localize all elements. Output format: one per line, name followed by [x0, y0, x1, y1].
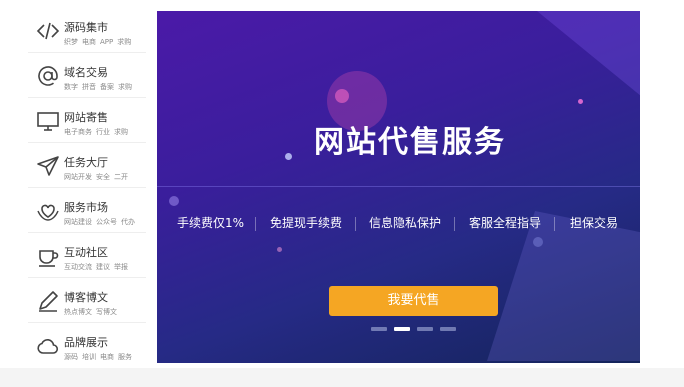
tag-link[interactable]: 织梦 [64, 38, 78, 46]
feature-item: 担保交易 [570, 216, 619, 230]
sidebar-item-community[interactable]: 互动社区 互动交流 建议 举报 [28, 234, 146, 278]
at-sign-icon [38, 66, 58, 86]
feature-divider [454, 217, 455, 231]
decorative-shape [537, 11, 640, 101]
tag-link[interactable]: 电商 [100, 353, 114, 361]
tag-link[interactable]: 行业 [96, 128, 110, 136]
sidebar-item-title: 服务市场 [64, 201, 108, 214]
tag-link[interactable]: 求购 [117, 38, 131, 46]
tag-link[interactable]: 举报 [114, 263, 128, 271]
tag-link[interactable]: 备案 [100, 83, 114, 91]
cup-icon [39, 250, 59, 267]
feature-item: 信息隐私保护 [369, 216, 442, 230]
cloud-icon [37, 339, 59, 354]
tag-link[interactable]: 服务 [118, 353, 132, 361]
sidebar-item-source-code[interactable]: 源码集市 织梦 电商 APP 求购 [28, 9, 146, 53]
sidebar-item-title: 域名交易 [64, 66, 108, 79]
feature-divider [355, 217, 356, 231]
tag-link[interactable]: 培训 [82, 353, 96, 361]
tag-link[interactable]: 数字 [64, 83, 78, 91]
sidebar-item-blog[interactable]: 博客博文 热点博文 写博文 [28, 279, 146, 323]
decorative-dot [277, 247, 282, 252]
sidebar-item-tags: 电子商务 行业 求购 [64, 127, 132, 137]
tag-link[interactable]: 互动交流 [64, 263, 92, 271]
tag-link[interactable]: 网站开发 [64, 173, 92, 181]
category-sidebar: 源码集市 织梦电商APP求购 域名交易 数字拼音备案求购 网站寄售 [28, 9, 156, 364]
feature-divider [255, 217, 256, 231]
carousel-dot[interactable] [371, 327, 387, 331]
tag-link[interactable]: 安全 [96, 173, 110, 181]
tag-link[interactable]: 二开 [114, 173, 128, 181]
sidebar-item-tags: 互动交流 建议 举报 [64, 262, 132, 272]
sidebar-item-task-hall[interactable]: 任务大厅 网站开发 安全 二开 [28, 144, 146, 188]
carousel-dot-active[interactable] [394, 327, 410, 331]
sidebar-item-tags: 织梦 电商 APP 求购 [64, 37, 135, 47]
decorative-dot [578, 99, 583, 104]
carousel-dot[interactable] [440, 327, 456, 331]
decorative-line [157, 186, 640, 187]
carousel-indicators [371, 327, 461, 333]
feature-item: 免提现手续费 [270, 216, 343, 230]
tag-link[interactable]: 电商 [82, 38, 96, 46]
sidebar-item-tags: 网站开发 安全 二开 [64, 172, 132, 182]
sidebar-item-title: 品牌展示 [64, 336, 108, 349]
tag-link[interactable]: 网站建设 [64, 218, 92, 226]
sidebar-item-tags: 网站建设 公众号 代办 [64, 217, 139, 227]
monitor-icon [37, 112, 59, 131]
sidebar-item-domain[interactable]: 域名交易 数字 拼音 备案 求购 [28, 54, 146, 98]
heart-hands-icon [37, 204, 59, 221]
tag-link[interactable]: 写博文 [96, 308, 117, 316]
page: 源码集市 织梦电商APP求购 域名交易 数字拼音备案求购 网站寄售 [0, 0, 684, 387]
tag-link[interactable]: 求购 [118, 83, 132, 91]
sidebar-item-title: 互动社区 [64, 246, 108, 259]
feature-item: 手续费仅1% [177, 216, 245, 230]
sidebar-item-tags: 源码 培训 电商 服务 [64, 352, 136, 362]
feature-item: 客服全程指导 [469, 216, 542, 230]
sidebar-item-title: 网站寄售 [64, 111, 108, 124]
code-icon [36, 22, 60, 40]
pen-icon [39, 291, 58, 312]
feature-list: 手续费仅1% 免提现手续费 信息隐私保护 客服全程指导 担保交易 [157, 214, 640, 234]
tag-link[interactable]: 热点博文 [64, 308, 92, 316]
tag-link[interactable]: 求购 [114, 128, 128, 136]
sidebar-item-title: 博客博文 [64, 291, 108, 304]
decorative-dot [169, 196, 179, 206]
sidebar-item-title: 任务大厅 [64, 156, 108, 169]
carousel-dot[interactable] [417, 327, 433, 331]
paper-plane-icon [37, 156, 59, 176]
sidebar-item-brand-showcase[interactable]: 品牌展示 源码 培训 电商 服务 [28, 324, 146, 368]
tag-link[interactable]: 建议 [96, 263, 110, 271]
sidebar-item-title: 源码集市 [64, 21, 108, 34]
sidebar-item-tags: 热点博文 写博文 [64, 307, 121, 317]
sidebar-item-service-market[interactable]: 服务市场 网站建设 公众号 代办 [28, 189, 146, 233]
tag-link[interactable]: APP [100, 38, 113, 46]
decorative-dot [335, 89, 349, 103]
hero-banner: 网站代售服务 手续费仅1% 免提现手续费 信息隐私保护 客服全程指导 担保交易 … [157, 11, 640, 363]
banner-headline: 网站代售服务 [314, 125, 506, 160]
sidebar-item-website-consignment[interactable]: 网站寄售 电子商务 行业 求购 [28, 99, 146, 143]
consign-button[interactable]: 我要代售 [329, 286, 498, 316]
tag-link[interactable]: 代办 [121, 218, 135, 226]
feature-divider [554, 217, 555, 231]
tag-link[interactable]: 源码 [64, 353, 78, 361]
tag-link[interactable]: 拼音 [82, 83, 96, 91]
tag-link[interactable]: 公众号 [96, 218, 117, 226]
sidebar-item-tags: 数字 拼音 备案 求购 [64, 82, 136, 92]
tag-link[interactable]: 电子商务 [64, 128, 92, 136]
